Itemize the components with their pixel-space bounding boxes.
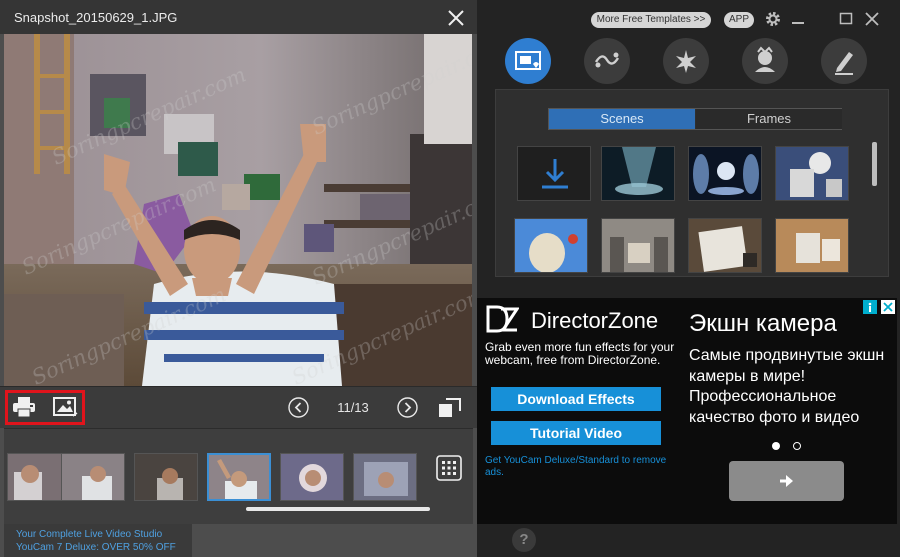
app-button[interactable]: APP — [724, 12, 754, 28]
help-button[interactable]: ? — [512, 528, 536, 552]
scenes-panel: Scenes Frames — [495, 89, 889, 277]
ad-close-icon[interactable] — [881, 300, 895, 314]
snapshot-viewer: Snapshot_20150629_1.JPG Soringpcrepair.c… — [0, 0, 477, 557]
ad-description: Grab even more fun effects for your webc… — [485, 340, 675, 367]
mode-avatar-button[interactable] — [742, 38, 788, 84]
scene-thumbnail[interactable] — [601, 218, 675, 273]
effects-side-panel: More Free Templates >> APP Scenes Frames… — [477, 0, 900, 557]
ad-brand-name: DirectorZone — [531, 308, 659, 333]
carousel-dot[interactable] — [793, 442, 801, 450]
thumbnail[interactable] — [134, 453, 198, 501]
image-counter: 11/13 — [337, 400, 369, 415]
filmstrip — [4, 428, 473, 524]
carousel-dot-active[interactable] — [772, 442, 780, 450]
ad-body: Самые продвинутые экшн камеры в мире! Пр… — [689, 347, 885, 426]
minimize-icon[interactable] — [789, 10, 807, 28]
close-icon[interactable] — [863, 10, 881, 28]
thumbnail[interactable] — [280, 453, 344, 501]
snapshot-image: Soringpcrepair.com Soringpcrepair.com So… — [4, 34, 472, 386]
gear-icon[interactable] — [764, 10, 782, 28]
fit-screen-icon[interactable] — [438, 397, 462, 419]
chevron-left-icon[interactable] — [288, 397, 309, 418]
chevron-right-icon[interactable] — [397, 397, 418, 418]
viewer-titlebar: Snapshot_20150629_1.JPG — [0, 0, 477, 34]
directorzone-logo — [485, 304, 520, 334]
thumbnail[interactable] — [353, 453, 417, 501]
scenes-frames-tabs: Scenes Frames — [548, 108, 842, 130]
mode-scenes-button[interactable] — [505, 38, 551, 84]
image-icon[interactable] — [52, 396, 78, 418]
remove-ads-link[interactable]: Get YouCam Deluxe/Standard to remove ads… — [485, 455, 675, 479]
ad-choices-icon[interactable] — [863, 300, 877, 314]
viewer-toolbar: 11/13 — [0, 386, 477, 428]
scene-thumbnail[interactable] — [688, 218, 762, 273]
promo-banner[interactable]: Your Complete Live Video Studio YouCam 7… — [4, 524, 192, 557]
scenes-scrollbar[interactable] — [872, 142, 877, 186]
promo-line-1: Your Complete Live Video Studio — [16, 529, 163, 540]
close-icon[interactable] — [446, 8, 466, 28]
scene-thumbnail[interactable] — [775, 218, 849, 273]
thumbnail-selected[interactable] — [207, 453, 271, 501]
ad-title: Экшн камера — [689, 310, 837, 337]
more-templates-button[interactable]: More Free Templates >> — [591, 12, 711, 28]
promo-line-2: YouCam 7 Deluxe: OVER 50% OFF — [16, 542, 176, 553]
mode-effects-button[interactable] — [663, 38, 709, 84]
scene-thumbnail[interactable] — [775, 146, 849, 201]
scene-download-more[interactable] — [517, 146, 591, 201]
tutorial-video-button[interactable]: Tutorial Video — [491, 421, 661, 445]
print-icon[interactable] — [11, 396, 37, 418]
ad-next-button[interactable] — [729, 461, 844, 501]
mode-distortion-button[interactable] — [584, 38, 630, 84]
scene-thumbnail[interactable] — [601, 146, 675, 201]
maximize-icon[interactable] — [837, 10, 855, 28]
download-effects-button[interactable]: Download Effects — [491, 387, 661, 411]
grid-icon[interactable] — [436, 455, 462, 481]
mode-draw-button[interactable] — [821, 38, 867, 84]
scene-thumbnail[interactable] — [514, 218, 588, 273]
filmstrip-scrollbar[interactable] — [246, 507, 430, 511]
advertisement: DirectorZone Grab even more fun effects … — [477, 298, 897, 524]
youcam-window: Snapshot_20150629_1.JPG Soringpcrepair.c… — [0, 0, 900, 557]
tab-scenes[interactable]: Scenes — [549, 109, 695, 129]
thumbnail[interactable] — [61, 453, 125, 501]
tab-frames[interactable]: Frames — [696, 109, 842, 129]
viewer-title: Snapshot_20150629_1.JPG — [14, 10, 178, 25]
scene-thumbnail[interactable] — [688, 146, 762, 201]
